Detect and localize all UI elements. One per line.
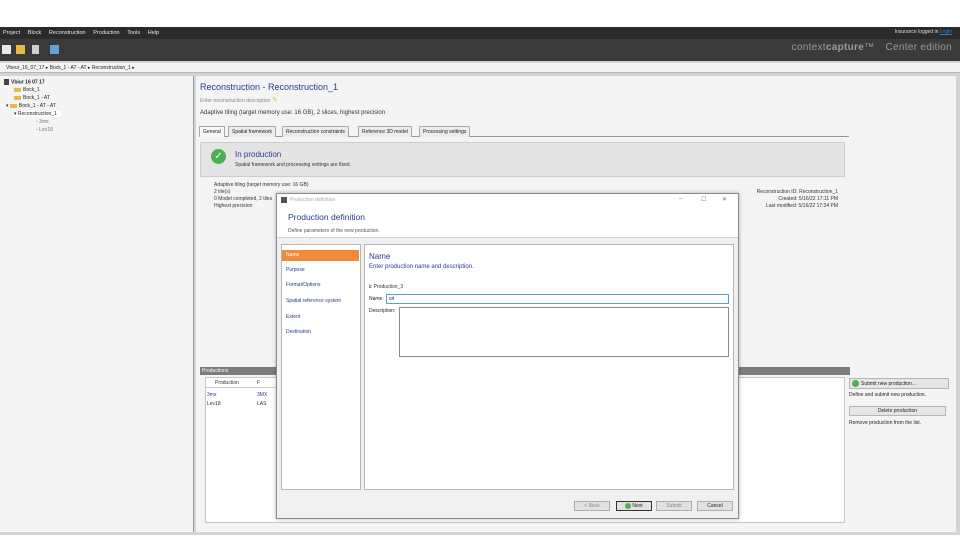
- menu-block[interactable]: Block: [25, 27, 44, 39]
- info-models: 0 Model completed, 2 tiles: [214, 196, 273, 202]
- submit-button[interactable]: Submit: [656, 501, 692, 511]
- description-label: Description:: [369, 308, 396, 314]
- info-reconstruction-id: Reconstruction ID: Reconstruction_1: [756, 189, 838, 195]
- wizard-step-destination[interactable]: Destination: [282, 327, 359, 338]
- table-row-3mx-name[interactable]: 3mx: [207, 392, 216, 398]
- tab-reference-3d-model[interactable]: Reference 3D model: [358, 126, 412, 137]
- cancel-button[interactable]: Cancel: [697, 501, 733, 511]
- dialog-subtitle: Define parameters of the new production.: [288, 228, 380, 234]
- table-row-lev18-name[interactable]: Lev18: [207, 401, 221, 407]
- info-precision: Highest precision: [214, 203, 253, 209]
- folder-icon: [9, 103, 17, 108]
- tree-item-block1-at[interactable]: Bock_1 - AT: [14, 95, 50, 101]
- edit-icon[interactable]: ✎: [272, 96, 278, 104]
- menu-production[interactable]: Production: [90, 27, 122, 39]
- production-default-name: ℹ: Production_3: [369, 284, 404, 290]
- delete-help-text: Remove production from the list.: [849, 420, 921, 426]
- tree-item-production-lev18[interactable]: ▫ Lev18: [36, 127, 53, 133]
- info-tiling: Adaptive tiling (target memory use: 16 G…: [214, 182, 309, 188]
- project-icon: [4, 79, 9, 85]
- minimize-icon[interactable]: –: [679, 196, 682, 202]
- wizard-step-purpose[interactable]: Purpose: [282, 265, 359, 276]
- description-placeholder[interactable]: Enter reconstruction description: [200, 98, 270, 104]
- description-input[interactable]: [399, 307, 729, 357]
- next-button[interactable]: Next: [616, 501, 652, 511]
- save-icon[interactable]: [32, 45, 39, 54]
- brand-logo: contextcapture™ Center edition: [791, 42, 952, 53]
- folder-icon: [14, 87, 21, 92]
- menu-help[interactable]: Help: [145, 27, 162, 39]
- check-icon: ✓: [211, 149, 226, 164]
- wizard-step-extent[interactable]: Extent: [282, 312, 359, 323]
- tree-item-production-3mx[interactable]: ▫ 3mx: [36, 119, 49, 125]
- monitor-icon[interactable]: [50, 45, 59, 54]
- app-icon: [281, 197, 287, 203]
- menu-tools[interactable]: Tools: [124, 27, 143, 39]
- menu-reconstruction[interactable]: Reconstruction: [46, 27, 89, 39]
- tab-general[interactable]: General: [199, 126, 225, 137]
- submit-icon: [852, 380, 859, 388]
- column-header-format[interactable]: F: [257, 380, 260, 386]
- tree-item-block1[interactable]: Bock_1: [14, 87, 40, 93]
- info-last-modified: Last modified: 5/16/22 17:34 PM: [766, 203, 838, 209]
- tab-bar: General Spatial framework Reconstruction…: [199, 126, 849, 137]
- login-status: Insurance logged in Login: [894, 29, 952, 35]
- next-icon: [625, 502, 632, 509]
- dialog-titlebar[interactable]: [277, 194, 738, 206]
- status-title: In production: [235, 150, 282, 159]
- status-box: [200, 142, 845, 177]
- menu-project[interactable]: Project: [0, 27, 23, 39]
- step-title: Name: [369, 252, 391, 261]
- dialog-title: Production definition: [288, 212, 366, 222]
- login-link[interactable]: Login: [940, 29, 952, 35]
- close-icon[interactable]: ✕: [722, 196, 727, 203]
- folder-icon: [14, 95, 21, 100]
- name-label: Name:: [369, 296, 384, 302]
- tab-reconstruction-constraints[interactable]: Reconstruction constraints: [282, 126, 349, 137]
- tree-item-reconstruction[interactable]: ▾ Reconstruction_1: [14, 111, 61, 117]
- wizard-step-name[interactable]: Name: [282, 250, 359, 261]
- tree-item-block1-at-at[interactable]: ▾ Bock_1 - AT - AT: [6, 103, 56, 109]
- wizard-step-spatial-reference-system[interactable]: Spatial reference system: [282, 296, 359, 307]
- tab-spatial-framework[interactable]: Spatial framework: [228, 126, 277, 137]
- project-tree: [0, 76, 194, 532]
- menu-bar: Project Block Reconstruction Production …: [0, 27, 960, 39]
- table-row-lev18-format[interactable]: LAS: [257, 401, 266, 407]
- open-folder-icon[interactable]: [16, 45, 25, 54]
- tree-item-project[interactable]: Vbiur 16 07 17: [4, 79, 45, 85]
- breadcrumb[interactable]: Vbeur_16_07_17 ▸ Bock_1 - AT - AT ▸ Reco…: [0, 63, 960, 73]
- back-button[interactable]: < Back: [574, 501, 610, 511]
- dialog-window-title: Production definition: [290, 197, 336, 203]
- name-input[interactable]: [386, 294, 729, 304]
- wizard-body: [364, 244, 734, 490]
- submit-help-text: Define and submit new production.: [849, 392, 926, 398]
- new-file-icon[interactable]: [2, 45, 11, 54]
- step-subtitle: Enter production name and description.: [369, 264, 474, 270]
- info-created: Created: 5/16/22 17:11 PM: [778, 196, 838, 202]
- table-divider: [206, 387, 276, 388]
- tab-processing-settings[interactable]: Processing settings: [419, 126, 471, 137]
- submit-new-production-button[interactable]: Submit new production...: [849, 378, 949, 389]
- delete-production-button[interactable]: Delete production: [849, 406, 946, 416]
- page-title: Reconstruction - Reconstruction_1: [200, 82, 339, 92]
- actions-panel: [850, 76, 956, 532]
- reconstruction-summary: Adaptive tiling (target memory use: 16 G…: [200, 110, 386, 116]
- maximize-icon[interactable]: ☐: [701, 196, 706, 203]
- table-row-3mx-format[interactable]: 3MX: [257, 392, 267, 398]
- status-text: Spatial framework and processing setting…: [235, 162, 351, 168]
- info-tiles: 2 tile(s): [214, 189, 231, 195]
- wizard-step-format-options[interactable]: Format/Options: [282, 280, 359, 291]
- column-header-production[interactable]: Production: [215, 380, 239, 386]
